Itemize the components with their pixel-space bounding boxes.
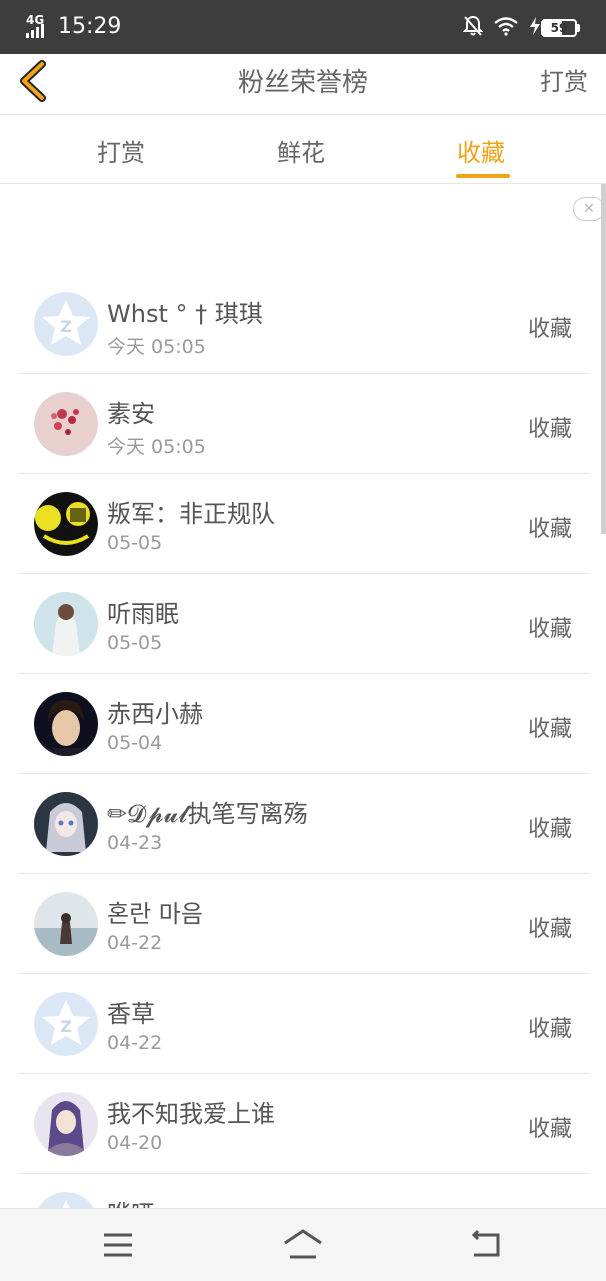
list-item[interactable]: 听雨眠 05-05 收藏 — [0, 574, 606, 674]
list-item[interactable]: Z Whst ° † 琪琪 今天 05:05 收藏 — [0, 274, 606, 374]
svg-text:Z: Z — [60, 317, 72, 336]
charging-icon — [529, 17, 541, 39]
tab-reward[interactable]: 打赏 — [97, 133, 145, 168]
page-title: 粉丝荣誉榜 — [237, 68, 368, 98]
fan-name: ✏𝓓𝓹𝓾𝓵执笔写离殇 — [107, 800, 308, 828]
fan-date: 04-22 — [107, 1032, 163, 1054]
active-tab-indicator — [456, 174, 510, 178]
fan-date: 05-04 — [107, 732, 163, 754]
fan-action: 收藏 — [527, 417, 572, 442]
status-right: 59 — [462, 15, 580, 41]
fan-action: 收藏 — [527, 1117, 572, 1142]
fan-action: 收藏 — [527, 917, 572, 942]
avatar — [34, 592, 98, 656]
tab-bar: 打赏 鲜花 收藏 — [0, 115, 606, 184]
fan-name: 赤西小赫 — [107, 700, 203, 728]
reward-button[interactable]: 打赏 — [540, 62, 588, 97]
fan-action: 收藏 — [527, 317, 572, 342]
signal-icon: 4G — [26, 14, 52, 40]
battery-level: 59 — [550, 21, 568, 35]
list-item[interactable]: 赤西小赫 05-04 收藏 — [0, 674, 606, 774]
fan-date: 05-05 — [107, 532, 163, 554]
close-ad-button[interactable]: ✕ — [573, 197, 605, 221]
avatar — [34, 392, 98, 456]
list-item[interactable]: ✏𝓓𝓹𝓾𝓵执笔写离殇 04-23 收藏 — [0, 774, 606, 874]
fan-action: 收藏 — [527, 517, 572, 542]
wifi-icon — [493, 16, 519, 40]
status-left: 4G 15:29 — [26, 12, 121, 42]
list-item[interactable]: 혼란 마음 04-22 收藏 — [0, 874, 606, 974]
fan-name: Whst ° † 琪琪 — [107, 300, 263, 328]
fan-date: 04-20 — [107, 1132, 163, 1154]
home-button[interactable] — [282, 1227, 322, 1263]
list-item[interactable]: 素安 今天 05:05 收藏 — [0, 374, 606, 474]
battery-body: 59 — [541, 19, 577, 37]
fan-date: 今天 05:05 — [107, 336, 206, 358]
avatar: Z — [34, 292, 98, 356]
avatar — [34, 792, 98, 856]
fan-date: 04-22 — [107, 932, 163, 954]
home-icon — [284, 1229, 322, 1259]
fan-name: 素安 — [107, 400, 155, 428]
back-icon — [471, 1229, 500, 1257]
avatar — [34, 1092, 98, 1156]
avatar — [34, 692, 98, 756]
system-nav-bar — [0, 1208, 606, 1281]
app-header: 粉丝荣誉榜 打赏 — [0, 54, 606, 115]
fan-list: Z Whst ° † 琪琪 今天 05:05 收藏 素安 今天 05:05 收藏… — [0, 274, 606, 1274]
battery-icon: 59 — [529, 17, 580, 39]
fan-name: 혼란 마음 — [107, 900, 203, 928]
list-item[interactable]: 我不知我爱上谁 04-20 收藏 — [0, 1074, 606, 1174]
fan-date: 04-23 — [107, 832, 163, 854]
mute-bell-icon — [462, 15, 484, 41]
fan-action: 收藏 — [527, 617, 572, 642]
back-nav-button[interactable] — [466, 1227, 506, 1263]
list-item[interactable]: 叛军：非正规队 05-05 收藏 — [0, 474, 606, 574]
status-time: 15:29 — [58, 14, 122, 39]
fan-action: 收藏 — [527, 817, 572, 842]
fan-date: 05-05 — [107, 632, 163, 654]
tab-flowers[interactable]: 鲜花 — [277, 133, 325, 168]
fan-name: 叛军：非正规队 — [107, 500, 275, 528]
menu-icon — [104, 1233, 132, 1257]
close-icon: ✕ — [583, 201, 595, 217]
fan-name: 香草 — [107, 1000, 155, 1028]
status-bar: 4G 15:29 59 — [0, 0, 606, 54]
svg-text:Z: Z — [60, 1017, 72, 1036]
avatar: Z — [34, 992, 98, 1056]
fan-action: 收藏 — [527, 717, 572, 742]
list-item[interactable]: Z 香草 04-22 收藏 — [0, 974, 606, 1074]
tab-favorites[interactable]: 收藏 — [457, 133, 505, 168]
fan-name: 听雨眠 — [107, 600, 179, 628]
avatar — [34, 492, 98, 556]
fan-name: 我不知我爱上谁 — [107, 1100, 275, 1128]
fan-date: 今天 05:05 — [107, 436, 206, 458]
fan-action: 收藏 — [527, 1017, 572, 1042]
menu-button[interactable] — [98, 1227, 138, 1263]
avatar — [34, 892, 98, 956]
